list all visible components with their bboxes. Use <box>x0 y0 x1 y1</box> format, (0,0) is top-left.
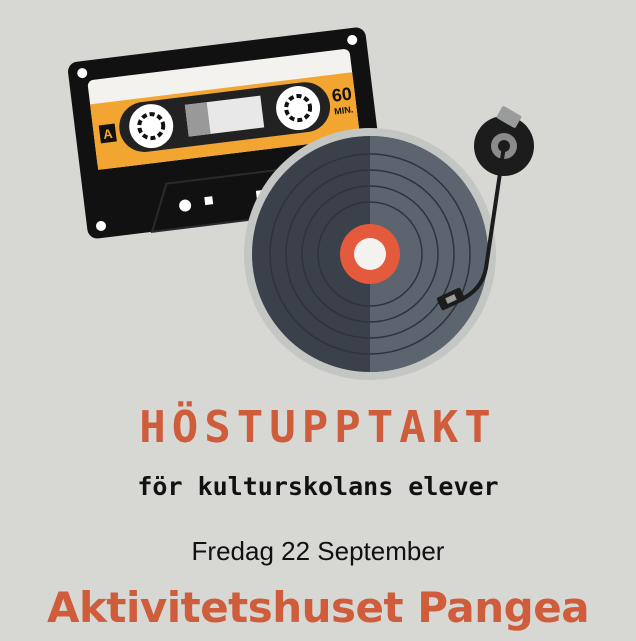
event-title: HÖSTUPPTAKT <box>139 402 497 453</box>
cassette-length-number: 60 <box>331 83 353 105</box>
vinyl-record-icon <box>244 128 496 380</box>
event-venue: Aktivitetshuset Pangea <box>46 583 590 632</box>
illustration: A 60 MIN. <box>68 27 534 380</box>
event-subtitle: för kulturskolans elever <box>137 472 499 501</box>
event-date: Fredag 22 September <box>191 536 445 566</box>
